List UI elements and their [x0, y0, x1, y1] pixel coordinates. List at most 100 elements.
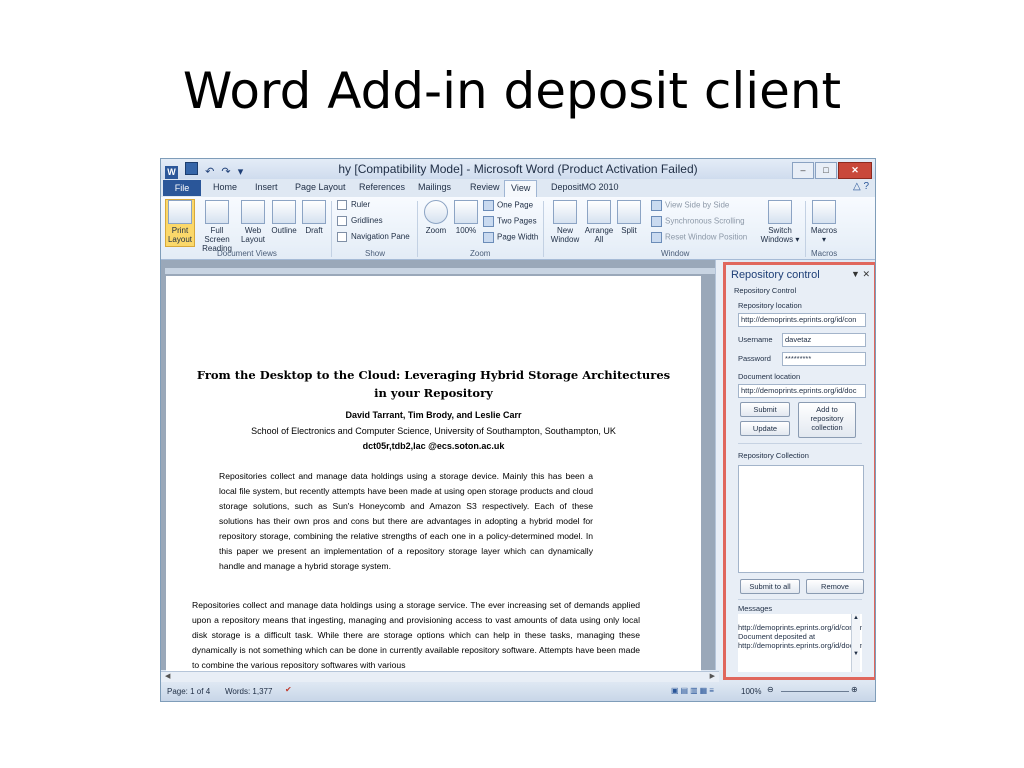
- web-layout-icon: [241, 200, 265, 224]
- submit-to-all-button[interactable]: Submit to all: [740, 579, 800, 594]
- draft-icon: [302, 200, 326, 224]
- paper-affiliation: School of Electronics and Computer Scien…: [251, 426, 616, 436]
- draft-button[interactable]: Draft: [301, 200, 327, 235]
- zoom-button[interactable]: Zoom: [423, 200, 449, 235]
- username-field[interactable]: davetaz: [782, 333, 866, 347]
- tab-insert[interactable]: Insert: [255, 182, 278, 192]
- repository-location-label: Repository location: [738, 301, 802, 310]
- scroll-left-icon[interactable]: ◀: [165, 672, 170, 680]
- submit-button[interactable]: Submit: [740, 402, 790, 417]
- paper-title-line-2: in your Repository: [374, 386, 493, 400]
- pane-title: Repository control: [731, 269, 820, 281]
- messages-label: Messages: [738, 604, 773, 613]
- remove-button[interactable]: Remove: [806, 579, 864, 594]
- paper-abstract: Repositories collect and manage data hol…: [219, 471, 593, 571]
- one-page-button[interactable]: One Page: [483, 200, 533, 211]
- pane-close-icon[interactable]: ✕: [862, 269, 870, 279]
- one-page-icon: [483, 200, 494, 211]
- new-window-icon: [553, 200, 577, 224]
- repository-location-field[interactable]: http://demoprints.eprints.org/id/con: [738, 313, 866, 327]
- paper-authors: David Tarrant, Tim Brody, and Leslie Car…: [345, 410, 522, 420]
- switch-windows-button[interactable]: Switch Windows ▾: [759, 200, 801, 244]
- repository-collection-label: Repository Collection: [738, 451, 809, 460]
- messages-scrollbar[interactable]: ▲ ▼: [851, 614, 860, 672]
- view-side-by-side-button[interactable]: View Side by Side: [651, 200, 729, 211]
- synchronous-scrolling-button[interactable]: Synchronous Scrolling: [651, 216, 745, 227]
- group-label-window: Window: [661, 249, 690, 258]
- two-pages-button[interactable]: Two Pages: [483, 216, 537, 227]
- help-icon[interactable]: ?: [863, 181, 869, 192]
- side-by-side-icon: [651, 200, 662, 211]
- ribbon: Print Layout Full Screen Reading Web Lay…: [161, 197, 875, 260]
- web-layout-button[interactable]: Web Layout: [239, 200, 267, 244]
- status-bar: Page: 1 of 4 Words: 1,377 ✔ ▣▤▥▦≡ 100% ⊖…: [161, 682, 875, 701]
- paper-body: Repositories collect and manage data hol…: [192, 600, 640, 670]
- document-area: From the Desktop to the Cloud: Leveragin…: [161, 260, 719, 676]
- outline-button[interactable]: Outline: [269, 200, 299, 235]
- slide-title: Word Add-in deposit client: [182, 62, 842, 120]
- paper-emails: dct05r,tdb2,lac @ecs.soton.ac.uk: [362, 441, 505, 451]
- split-icon: [617, 200, 641, 224]
- tab-mailings[interactable]: Mailings: [418, 182, 451, 192]
- tab-references[interactable]: References: [359, 182, 405, 192]
- reset-position-icon: [651, 232, 662, 243]
- macros-icon: [812, 200, 836, 224]
- tab-home[interactable]: Home: [213, 182, 237, 192]
- zoom-slider[interactable]: [781, 691, 849, 692]
- update-button[interactable]: Update: [740, 421, 790, 436]
- repository-collection-list[interactable]: [738, 465, 864, 573]
- tab-view[interactable]: View: [504, 180, 538, 197]
- document-location-label: Document location: [738, 372, 801, 381]
- magnifier-icon: [424, 200, 448, 224]
- print-layout-button[interactable]: Print Layout: [165, 199, 195, 247]
- switch-windows-icon: [768, 200, 792, 224]
- zoom-100-button[interactable]: 100%: [453, 200, 479, 235]
- password-label: Password: [738, 354, 771, 363]
- full-screen-reading-button[interactable]: Full Screen Reading: [197, 200, 237, 253]
- tab-review[interactable]: Review: [470, 182, 500, 192]
- sync-scroll-icon: [651, 216, 662, 227]
- word-count[interactable]: Words: 1,377: [225, 687, 272, 696]
- tab-page-layout[interactable]: Page Layout: [295, 182, 346, 192]
- tab-file[interactable]: File: [163, 180, 201, 196]
- restore-button[interactable]: □: [815, 162, 837, 179]
- horizontal-ruler[interactable]: [165, 268, 715, 274]
- arrange-all-icon: [587, 200, 611, 224]
- gridlines-checkbox[interactable]: Gridlines: [337, 216, 383, 226]
- ribbon-tabs: File Home Insert Page Layout References …: [161, 179, 875, 197]
- minimize-button[interactable]: –: [792, 162, 814, 179]
- close-button[interactable]: ✕: [838, 162, 872, 179]
- macros-button[interactable]: Macros ▾: [809, 200, 839, 244]
- repository-control-pane: Repository control ▼ ✕ Repository Contro…: [723, 262, 875, 680]
- new-window-button[interactable]: New Window: [549, 200, 581, 244]
- navigation-pane-checkbox[interactable]: Navigation Pane: [337, 232, 410, 242]
- group-label-macros: Macros: [811, 249, 838, 258]
- zoom-out-icon[interactable]: ⊖: [767, 685, 774, 694]
- page-width-button[interactable]: Page Width: [483, 232, 538, 243]
- username-label: Username: [738, 335, 773, 344]
- ruler-checkbox[interactable]: Ruler: [337, 200, 370, 210]
- zoom-level[interactable]: 100%: [741, 687, 761, 696]
- page-100-icon: [454, 200, 478, 224]
- document-page[interactable]: From the Desktop to the Cloud: Leveragin…: [166, 276, 701, 676]
- word-window: W ↶ ↷ ▾ hy [Compatibility Mode] - Micros…: [160, 158, 876, 702]
- reset-window-position-button[interactable]: Reset Window Position: [651, 232, 747, 243]
- scroll-right-icon[interactable]: ▶: [710, 672, 715, 680]
- window-title: hy [Compatibility Mode] - Microsoft Word…: [338, 162, 698, 176]
- document-location-field[interactable]: http://demoprints.eprints.org/id/doc: [738, 384, 866, 398]
- split-button[interactable]: Split: [617, 200, 641, 235]
- password-field[interactable]: *********: [782, 352, 866, 366]
- messages-box[interactable]: http://demoprints.eprints.org/id/content…: [738, 614, 862, 672]
- section-heading: Repository Control: [734, 286, 797, 295]
- page-count[interactable]: Page: 1 of 4: [167, 687, 210, 696]
- page-width-icon: [483, 232, 494, 243]
- tab-depositmo[interactable]: DepositMO 2010: [551, 182, 619, 192]
- view-buttons-icon[interactable]: ▣▤▥▦≡: [671, 686, 716, 695]
- minimize-ribbon-icon[interactable]: △: [853, 181, 861, 192]
- arrange-all-button[interactable]: Arrange All: [583, 200, 615, 244]
- zoom-in-icon[interactable]: ⊕: [851, 685, 858, 694]
- proofing-icon[interactable]: ✔: [285, 685, 292, 694]
- print-layout-icon: [168, 200, 192, 224]
- pane-menu-icon[interactable]: ▼: [851, 269, 860, 279]
- add-to-collection-button[interactable]: Add to repository collection: [798, 402, 856, 438]
